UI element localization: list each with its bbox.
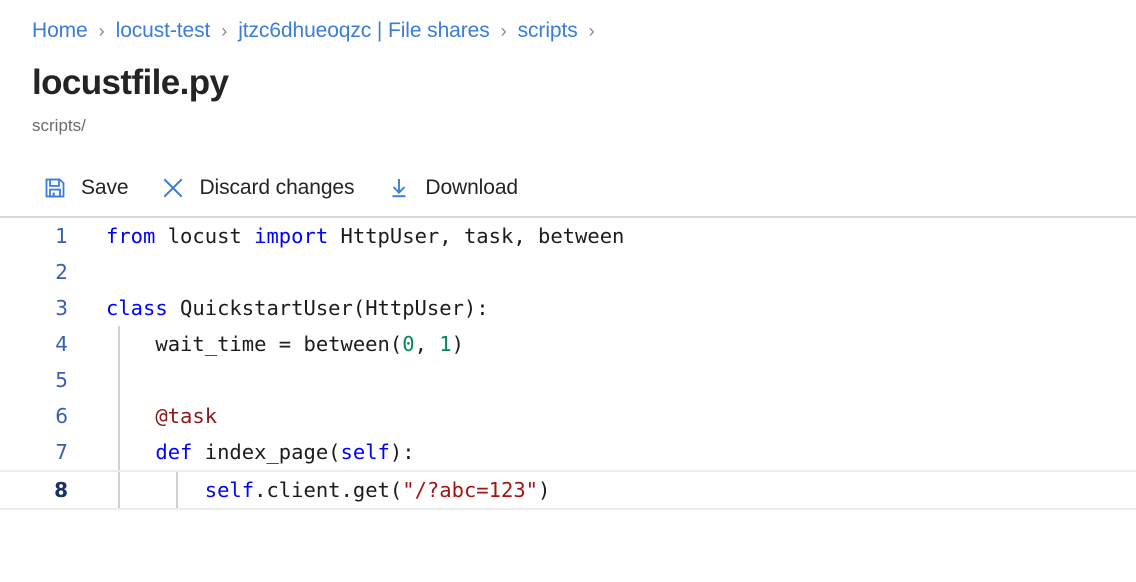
code-line-text: def index_page(self): [78, 434, 1136, 470]
line-number: 2 [55, 260, 68, 284]
code-token-txt: QuickstartUser(HttpUser): [167, 296, 489, 320]
code-line[interactable]: 2 [0, 254, 1136, 290]
page-header: locustfile.py scripts/ [0, 44, 1136, 137]
discard-changes-button[interactable]: Discard changes [154, 168, 360, 208]
code-token-num: 0 [402, 332, 415, 356]
code-line-text: from locust import HttpUser, task, betwe… [78, 218, 1136, 254]
code-token-txt: HttpUser, task, between [328, 224, 625, 248]
code-token-txt: , [414, 332, 440, 356]
line-number: 8 [54, 478, 68, 502]
save-button[interactable]: Save [36, 168, 134, 208]
code-token-self: self [204, 478, 255, 502]
code-line-text: wait_time = between(0, 1) [78, 326, 1136, 362]
breadcrumb-separator-icon: › [500, 21, 507, 41]
breadcrumb-separator-icon: › [221, 21, 228, 41]
code-line[interactable]: 8 self.client.get("/?abc=123") [0, 470, 1136, 510]
code-token-txt: index_page( [192, 440, 341, 464]
download-arrow-icon [386, 175, 412, 201]
code-token-str: "/?abc=123" [402, 478, 538, 502]
code-token-txt: .client.get( [254, 478, 403, 502]
download-button[interactable]: Download [380, 168, 524, 208]
code-token-kw: import [254, 224, 329, 248]
line-number: 7 [55, 440, 68, 464]
page-title: locustfile.py [32, 63, 229, 102]
code-token-txt: locust [155, 224, 255, 248]
line-number: 1 [55, 224, 68, 248]
code-token-txt: wait_time = between( [106, 332, 403, 356]
command-bar: Save Discard changes Download [0, 165, 1136, 211]
indent-guide [118, 362, 120, 398]
breadcrumb-item-home[interactable]: Home [32, 18, 88, 44]
line-number: 6 [55, 404, 68, 428]
indent-guide [118, 434, 120, 470]
indent-guide [176, 472, 178, 508]
indent-guide [118, 326, 120, 362]
download-button-label: Download [425, 176, 518, 199]
code-token-kw: def [155, 440, 193, 464]
floppy-disk-icon [42, 175, 68, 201]
discard-changes-button-label: Discard changes [199, 176, 355, 199]
code-editor[interactable]: 1 from locust import HttpUser, task, betw… [0, 218, 1136, 553]
page-subtitle-path: scripts/ [32, 116, 86, 135]
line-number: 4 [55, 332, 68, 356]
code-token-self: self [340, 440, 390, 464]
line-number: 3 [55, 296, 68, 320]
code-line[interactable]: 7 def index_page(self): [0, 434, 1136, 470]
line-number: 5 [55, 368, 68, 392]
code-token-kw: class [106, 296, 168, 320]
close-x-icon [160, 175, 186, 201]
code-line-text: class QuickstartUser(HttpUser): [78, 290, 1136, 326]
breadcrumb-item-file-shares[interactable]: jtzc6dhueoqzc | File shares [238, 18, 489, 44]
indent-guide [118, 398, 120, 434]
code-line[interactable]: 5 [0, 362, 1136, 398]
breadcrumb: Home › locust-test › jtzc6dhueoqzc | Fil… [0, 0, 1136, 44]
code-token-txt: ) [451, 332, 464, 356]
code-line[interactable]: 3 class QuickstartUser(HttpUser): [0, 290, 1136, 326]
code-line[interactable]: 1 from locust import HttpUser, task, betw… [0, 218, 1136, 254]
code-token-dec: @task [106, 404, 218, 428]
breadcrumb-item-scripts[interactable]: scripts [518, 18, 578, 44]
code-token-num: 1 [439, 332, 452, 356]
indent-guide [118, 472, 120, 508]
code-token-txt: ): [389, 440, 415, 464]
code-line[interactable]: 4 wait_time = between(0, 1) [0, 326, 1136, 362]
breadcrumb-separator-icon: › [588, 21, 595, 41]
save-button-label: Save [81, 176, 129, 199]
code-token-txt: ) [538, 478, 551, 502]
code-line-text: self.client.get("/?abc=123") [78, 472, 1136, 508]
code-line[interactable]: 6 @task [0, 398, 1136, 434]
code-line-text: @task [78, 398, 1136, 434]
breadcrumb-item-locust-test[interactable]: locust-test [116, 18, 211, 44]
breadcrumb-separator-icon: › [98, 21, 105, 41]
code-token-kw: from [106, 224, 156, 248]
